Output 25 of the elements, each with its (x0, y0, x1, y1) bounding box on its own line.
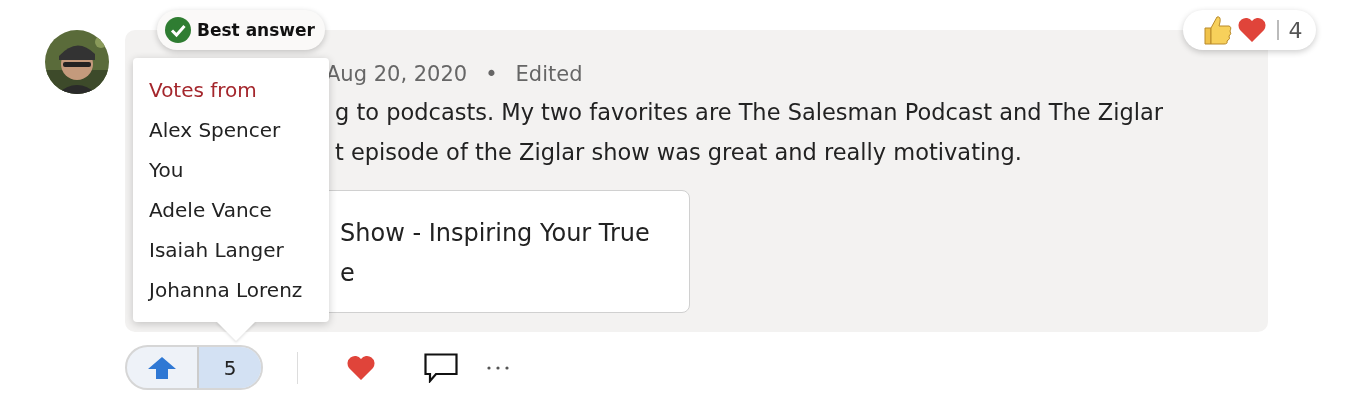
voter-name: Alex Spencer (149, 117, 282, 144)
link-title: e (340, 258, 355, 289)
post-text: g to podcasts. My two favorites are The Salesman Podcast and The Ziglar (335, 98, 1164, 127)
heart-button[interactable] (346, 354, 376, 381)
badge-label: Best answer (197, 20, 315, 40)
check-circle-icon (165, 17, 191, 43)
voter-name: Isaiah Langer (149, 237, 285, 264)
more-button[interactable] (486, 364, 510, 371)
link-title: Show - Inspiring Your True (340, 218, 650, 249)
up-arrow-icon (147, 355, 177, 380)
separator-dot: • (485, 62, 498, 86)
heart-icon (346, 354, 376, 381)
upvote-button[interactable]: 5 (125, 345, 263, 390)
edited-label: Edited (515, 62, 583, 86)
reactions-summary[interactable]: 4 (1183, 10, 1316, 50)
voter-name: You (149, 157, 185, 184)
voter-name: Adele Vance (149, 197, 273, 224)
thumbs-up-icon (1203, 14, 1233, 46)
comment-button[interactable] (424, 352, 458, 383)
popup-title: Votes from (149, 77, 258, 104)
more-icon (486, 364, 510, 371)
comment-icon (424, 352, 458, 383)
voter-name: Johanna Lorenz (149, 277, 304, 304)
post-text: t episode of the Ziglar show was great and really motivating. (335, 138, 1022, 167)
heart-icon (1237, 17, 1267, 43)
